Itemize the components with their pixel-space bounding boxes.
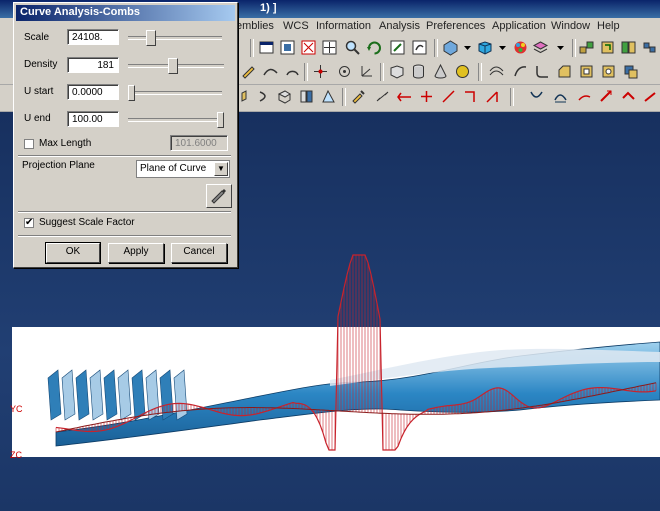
density-field[interactable] — [67, 57, 119, 73]
scale-label: Scale — [24, 32, 50, 43]
pick-vector-button[interactable] — [206, 184, 232, 208]
ustart-field[interactable] — [67, 84, 119, 100]
uend-slider-thumb[interactable] — [217, 112, 224, 128]
bristle-tuft — [117, 369, 132, 421]
checkmark-icon: ✔ — [25, 217, 34, 228]
max-length-checkbox[interactable] — [24, 139, 34, 149]
suggest-scale-checkbox[interactable]: ✔ — [24, 218, 34, 228]
density-label: Density — [24, 59, 58, 70]
ustart-slider-track[interactable] — [128, 91, 222, 95]
scale-slider-track[interactable] — [128, 36, 222, 40]
bristle-tuft — [75, 369, 90, 421]
bristle-tuft — [103, 369, 118, 421]
bristle-tuft — [89, 369, 104, 421]
zc-axis-label: ZC — [10, 450, 22, 460]
density-slider-thumb[interactable] — [168, 58, 178, 74]
divider — [18, 155, 231, 157]
scale-slider-thumb[interactable] — [146, 30, 156, 46]
bristle-tuft — [61, 369, 76, 421]
apply-button[interactable]: Apply — [108, 243, 164, 263]
bristle-tuft — [145, 369, 160, 421]
bristle-tuft — [47, 369, 62, 421]
chevron-down-icon[interactable]: ▼ — [214, 162, 228, 176]
pencil-icon — [211, 189, 226, 204]
projection-plane-label: Projection Plane — [22, 160, 95, 171]
curve-analysis-combs-dialog: Curve Analysis-Combs Scale Density U sta… — [13, 2, 238, 268]
suggest-scale-label: Suggest Scale Factor — [39, 217, 135, 228]
max-length-label: Max Length — [39, 138, 92, 149]
cancel-button[interactable]: Cancel — [171, 243, 227, 263]
uend-label: U end — [24, 113, 51, 124]
scale-field[interactable] — [67, 29, 119, 45]
divider — [18, 235, 231, 237]
max-length-field — [170, 135, 228, 151]
divider — [18, 211, 231, 213]
uend-slider-track[interactable] — [128, 118, 222, 122]
ok-button[interactable]: OK — [45, 242, 101, 264]
uend-field[interactable] — [67, 111, 119, 127]
ustart-label: U start — [24, 86, 54, 97]
dialog-title: Curve Analysis-Combs — [20, 6, 141, 18]
projection-plane-value: Plane of Curve — [140, 163, 207, 174]
ustart-slider-thumb[interactable] — [128, 85, 135, 101]
dialog-title-bar[interactable]: Curve Analysis-Combs — [16, 5, 235, 21]
projection-plane-select[interactable]: Plane of Curve ▼ — [136, 160, 230, 178]
yc-axis-label: YC — [10, 404, 23, 414]
bristle-tuft — [131, 369, 146, 421]
